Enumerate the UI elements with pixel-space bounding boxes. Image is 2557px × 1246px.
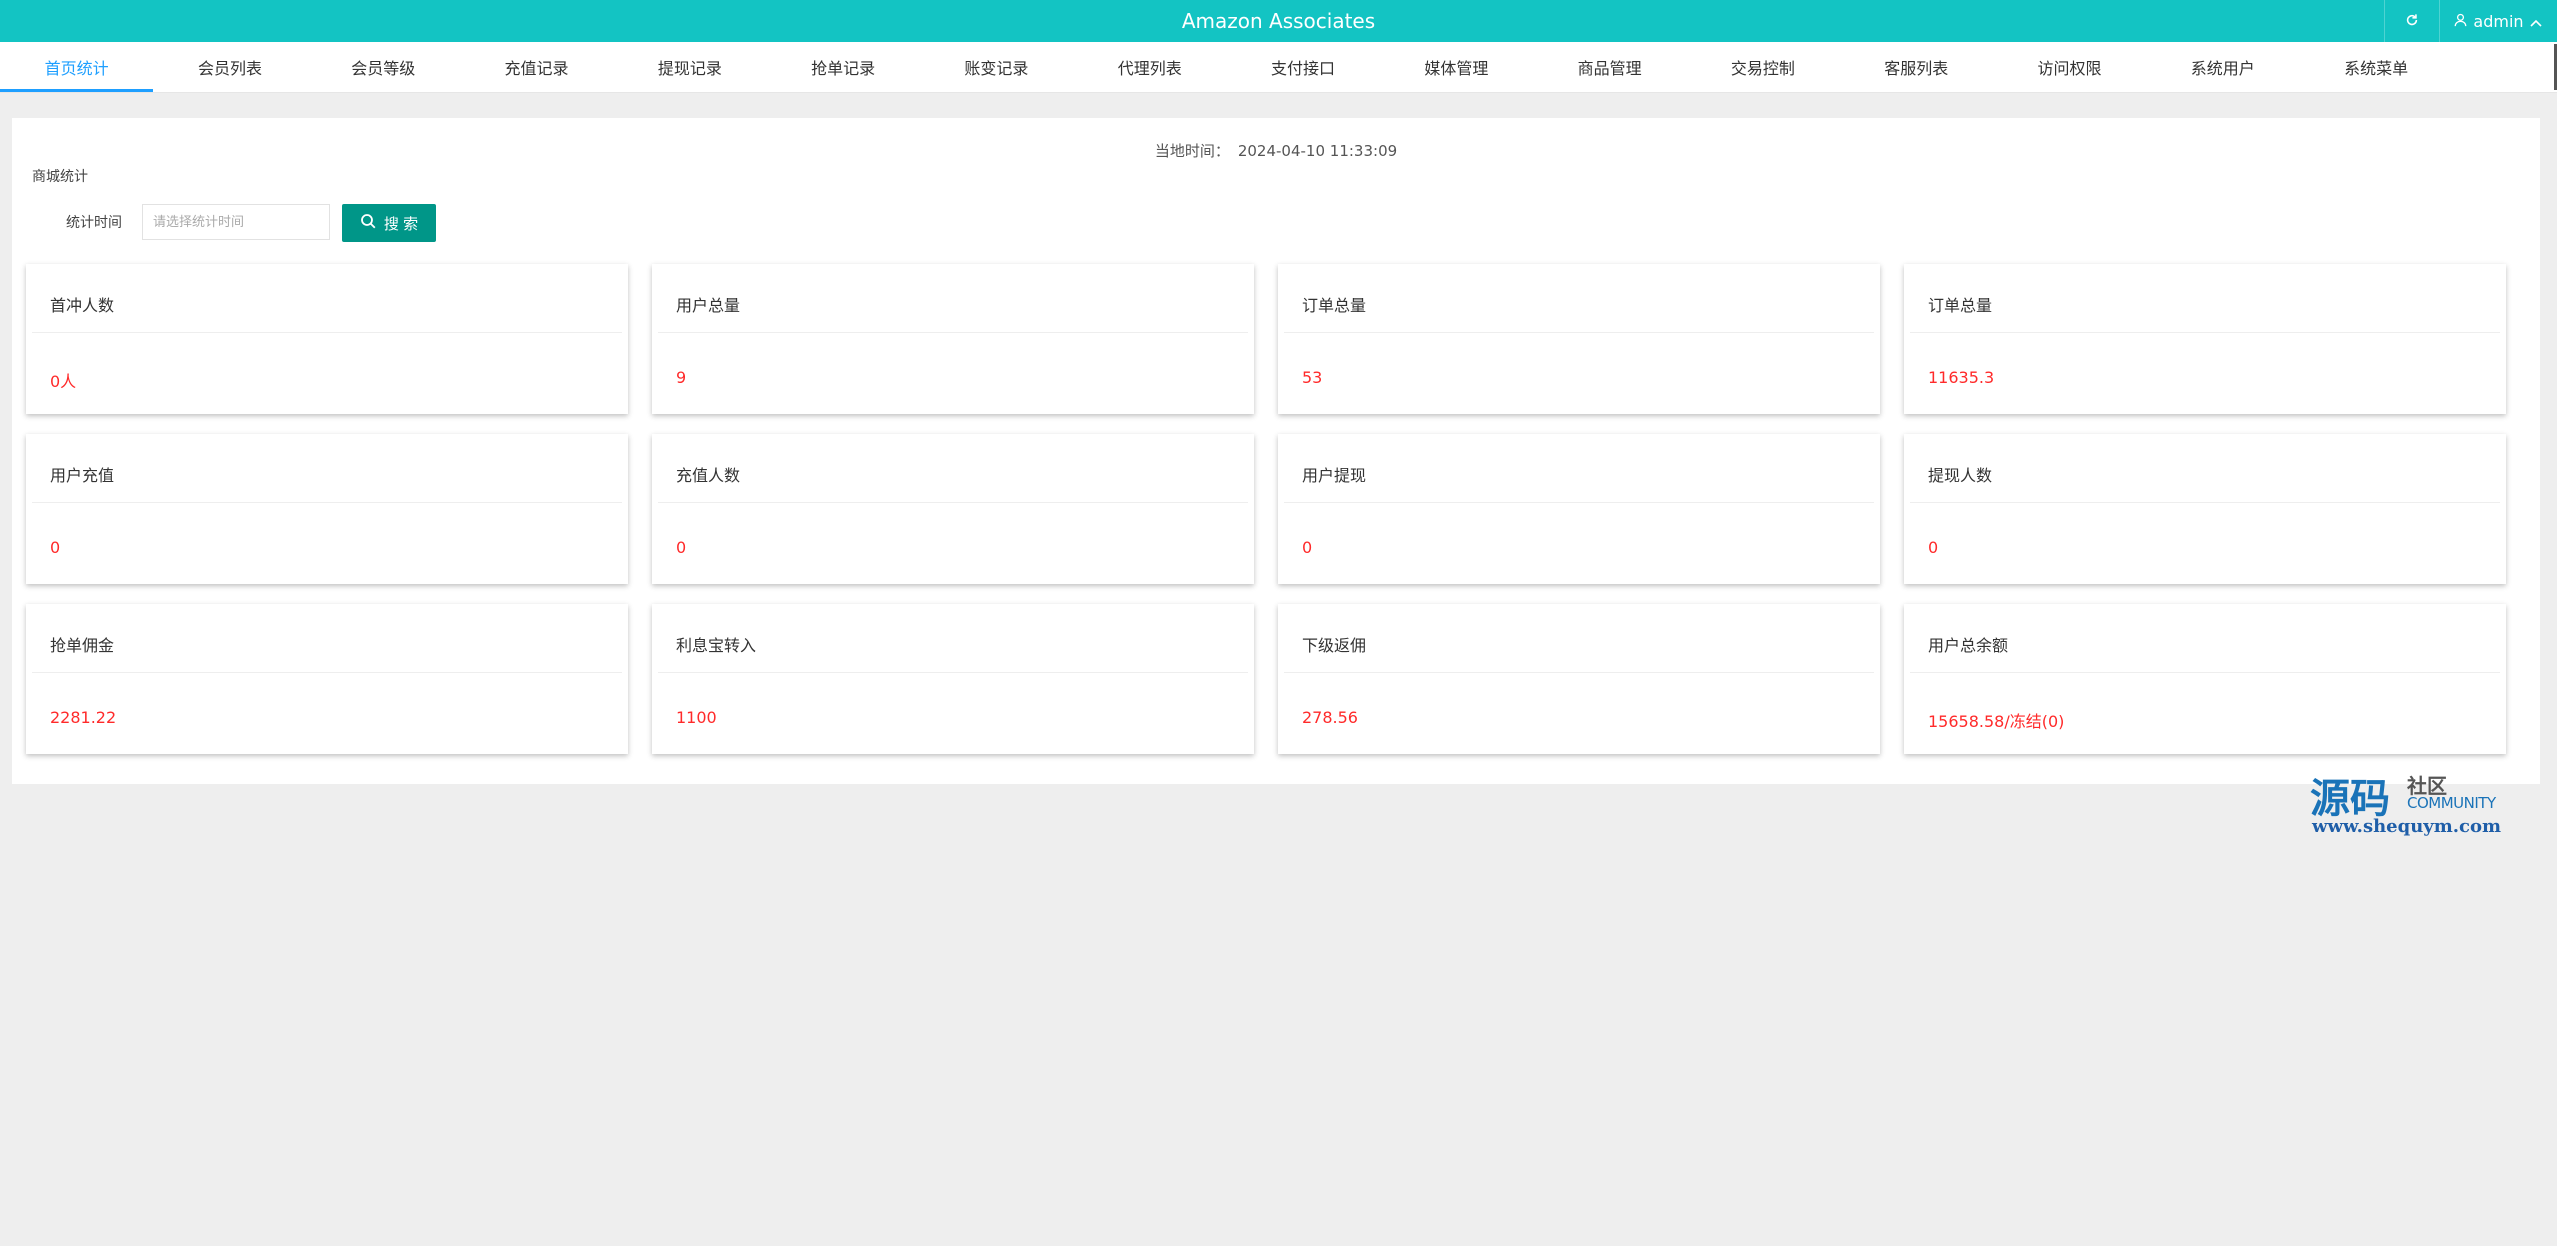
watermark-url: www.shequym.com xyxy=(2312,816,2502,837)
stat-cards: 首冲人数 0人 用户总量 9 订单总量 53 订单总量 11635.3 用户充值 0 充值人数 0 用户… xyxy=(26,264,2506,754)
stat-card-title: 用户提现 xyxy=(1302,466,1367,485)
stat-card-title: 订单总量 xyxy=(1302,296,1367,315)
stat-card-title: 订单总量 xyxy=(1928,296,1993,315)
nav-tab[interactable]: 系统用户 xyxy=(2146,42,2299,92)
local-time-value: 2024-04-10 11:33:09 xyxy=(1237,142,1398,160)
nav-tab[interactable]: 账变记录 xyxy=(920,42,1073,92)
stat-card-value: 1100 xyxy=(676,708,717,727)
stat-card: 利息宝转入 1100 xyxy=(652,604,1254,754)
refresh-icon xyxy=(2405,12,2419,31)
stat-card-value: 0 xyxy=(676,538,687,557)
local-time: 当地时间： 2024-04-10 11:33:09 xyxy=(12,140,2540,161)
search-button[interactable]: 搜 索 xyxy=(342,204,436,242)
stat-card-title: 抢单佣金 xyxy=(50,636,115,655)
stat-card-value: 0 xyxy=(50,538,61,557)
stat-card-value: 0 xyxy=(1928,538,1939,557)
stat-card-divider xyxy=(1284,332,1874,333)
stat-card-value: 0人 xyxy=(50,372,77,391)
stat-card-divider xyxy=(1910,332,2500,333)
stat-card-title: 充值人数 xyxy=(676,466,741,485)
stat-card: 提现人数 0 xyxy=(1904,434,2506,584)
nav-tab[interactable]: 访问权限 xyxy=(1993,42,2146,92)
stat-card-divider xyxy=(1284,502,1874,503)
stat-card-value: 2281.22 xyxy=(50,708,117,727)
stat-card-title: 用户总量 xyxy=(676,296,741,315)
stat-card: 用户提现 0 xyxy=(1278,434,1880,584)
stat-card-divider xyxy=(1910,502,2500,503)
stat-card-title: 下级返佣 xyxy=(1302,636,1367,655)
stat-card: 抢单佣金 2281.22 xyxy=(26,604,628,754)
nav-tab[interactable]: 支付接口 xyxy=(1226,42,1379,92)
nav-tab[interactable]: 交易控制 xyxy=(1686,42,1839,92)
refresh-button[interactable] xyxy=(2384,0,2440,42)
stat-card-divider xyxy=(1284,672,1874,673)
nav-tab[interactable]: 媒体管理 xyxy=(1380,42,1533,92)
search-button-label: 搜 索 xyxy=(383,215,419,233)
stat-card: 用户总量 9 xyxy=(652,264,1254,414)
nav-tab[interactable]: 充值记录 xyxy=(460,42,613,92)
stat-card-divider xyxy=(32,672,622,673)
stat-card: 用户充值 0 xyxy=(26,434,628,584)
stat-card: 首冲人数 0人 xyxy=(26,264,628,414)
stat-card-value: 15658.58/冻结(0) xyxy=(1928,712,2065,731)
stat-card: 用户总余额 15658.58/冻结(0) xyxy=(1904,604,2506,754)
stat-card-value: 11635.3 xyxy=(1928,368,1995,387)
stat-card-value: 9 xyxy=(676,368,687,387)
stat-card: 订单总量 11635.3 xyxy=(1904,264,2506,414)
stat-card-divider xyxy=(658,672,1248,673)
stat-card-title: 提现人数 xyxy=(1928,466,1993,485)
stat-card: 充值人数 0 xyxy=(652,434,1254,584)
site-watermark: 源码 社区 COMMUNITY www.shequym.com xyxy=(2310,766,2520,837)
stat-card: 订单总量 53 xyxy=(1278,264,1880,414)
stats-panel: 当地时间： 2024-04-10 11:33:09 商城统计 统计时间 搜 索 首… xyxy=(12,118,2540,784)
stat-card-value: 53 xyxy=(1302,368,1323,387)
nav-tab[interactable]: 商品管理 xyxy=(1533,42,1686,92)
top-header-bar: Amazon Associates admin xyxy=(0,0,2557,42)
stat-card-value: 278.56 xyxy=(1302,708,1358,727)
nav-tab[interactable]: 抢单记录 xyxy=(766,42,919,92)
user-icon xyxy=(2454,12,2467,31)
nav-tabs: 首页统计 会员列表 会员等级 充值记录 提现记录 抢单记录 账变记录 代理列表 支付接口 媒体管理… xyxy=(0,42,2453,92)
stat-card-title: 用户总余额 xyxy=(1928,636,2009,655)
stat-card-divider xyxy=(658,332,1248,333)
nav-tab[interactable]: 首页统计 xyxy=(0,42,154,92)
stat-card-divider xyxy=(658,502,1248,503)
section-label: 商城统计 xyxy=(32,169,88,185)
watermark-side-bottom: COMMUNITY xyxy=(2407,794,2496,812)
stat-card-divider xyxy=(32,332,622,333)
stat-card-title: 利息宝转入 xyxy=(676,636,757,655)
search-icon xyxy=(360,213,376,233)
nav-tab[interactable]: 会员列表 xyxy=(153,42,306,92)
username: admin xyxy=(2473,11,2524,31)
stat-card-divider xyxy=(1910,672,2500,673)
nav-tab[interactable]: 客服列表 xyxy=(1840,42,1993,92)
stat-card-value: 0 xyxy=(1302,538,1313,557)
stat-card-title: 首冲人数 xyxy=(50,296,115,315)
nav-tab[interactable]: 会员等级 xyxy=(307,42,460,92)
app-title: Amazon Associates xyxy=(1181,9,1376,33)
stat-card-title: 用户充值 xyxy=(50,466,115,485)
stat-time-input[interactable] xyxy=(142,204,330,240)
nav-tab[interactable]: 系统菜单 xyxy=(2299,42,2452,92)
stat-time-label: 统计时间 xyxy=(66,215,122,231)
local-time-label: 当地时间： xyxy=(1154,142,1230,160)
user-menu[interactable]: admin xyxy=(2439,0,2557,42)
chevron-up-icon xyxy=(2529,12,2542,31)
nav-tab[interactable]: 代理列表 xyxy=(1073,42,1226,92)
main-nav: 首页统计 会员列表 会员等级 充值记录 提现记录 抢单记录 账变记录 代理列表 支付接口 媒体管理… xyxy=(0,42,2557,93)
stat-card: 下级返佣 278.56 xyxy=(1278,604,1880,754)
stat-card-divider xyxy=(32,502,622,503)
nav-tab[interactable]: 提现记录 xyxy=(613,42,766,92)
